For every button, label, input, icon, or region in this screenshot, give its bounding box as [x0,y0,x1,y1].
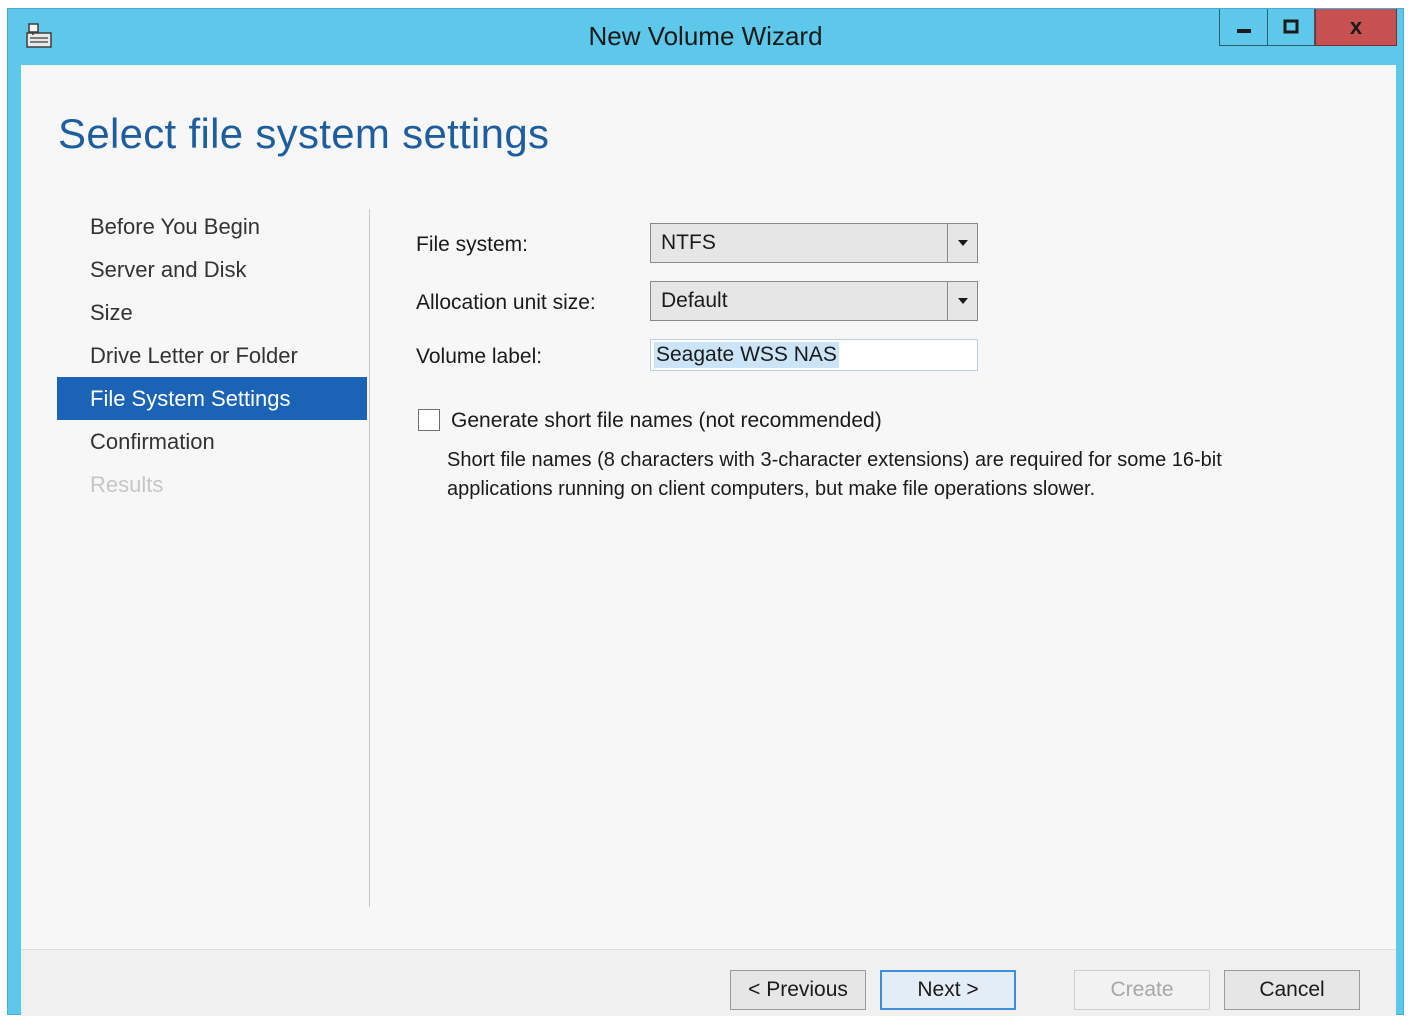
dropdown-arrow[interactable] [947,224,977,262]
wizard-window: New Volume Wizard x Select file system s… [7,8,1404,1016]
minimize-button[interactable] [1219,9,1267,46]
allocation-unit-size-select[interactable]: Default [650,281,978,321]
title-bar[interactable]: New Volume Wizard x [8,9,1403,65]
allocation-unit-size-label: Allocation unit size: [416,291,596,314]
file-system-value: NTFS [661,231,716,254]
wizard-footer: < Previous Next > Create Cancel [21,950,1396,1016]
nav-item-confirmation[interactable]: Confirmation [57,420,367,463]
page-title: Select file system settings [58,110,550,157]
chevron-down-icon [957,298,968,304]
nav-item-size[interactable]: Size [57,291,367,334]
nav-item-file-system-settings[interactable]: File System Settings [57,377,367,420]
nav-item-drive-letter-or-folder[interactable]: Drive Letter or Folder [57,334,367,377]
nav-divider [369,209,370,907]
volume-label-selected-text: Seagate WSS NAS [654,342,839,368]
next-button[interactable]: Next > [880,970,1016,1010]
wizard-steps-nav: Before You Begin Server and Disk Size Dr… [57,205,367,506]
short-file-names-description-line1: Short file names (8 characters with 3-ch… [447,449,1222,471]
file-system-label: File system: [416,233,529,256]
short-file-names-description-line2: applications running on client computers… [447,478,1096,500]
previous-button[interactable]: < Previous [730,970,866,1010]
cancel-button[interactable]: Cancel [1224,970,1360,1010]
nav-item-before-you-begin[interactable]: Before You Begin [57,205,367,248]
minimize-icon [1236,29,1251,33]
create-button: Create [1074,970,1210,1010]
wizard-client-area: Select file system settings Before You B… [21,65,1396,1016]
short-file-names-checkbox[interactable] [418,409,440,431]
close-button[interactable]: x [1315,9,1397,46]
close-icon: x [1349,14,1363,39]
chevron-down-icon [957,240,968,246]
allocation-unit-size-value: Default [661,289,728,312]
window-title: New Volume Wizard [588,21,823,51]
volume-label-input[interactable]: Seagate WSS NAS [650,339,978,371]
volume-label-label: Volume label: [416,345,543,368]
nav-item-results: Results [90,472,164,497]
short-file-names-label[interactable]: Generate short file names (not recommend… [451,409,882,433]
window-controls: x [1219,9,1397,47]
dropdown-arrow[interactable] [947,282,977,320]
maximize-icon [1283,19,1299,34]
nav-item-server-and-disk[interactable]: Server and Disk [57,248,367,291]
maximize-button[interactable] [1267,9,1315,46]
file-system-select[interactable]: NTFS [650,223,978,263]
